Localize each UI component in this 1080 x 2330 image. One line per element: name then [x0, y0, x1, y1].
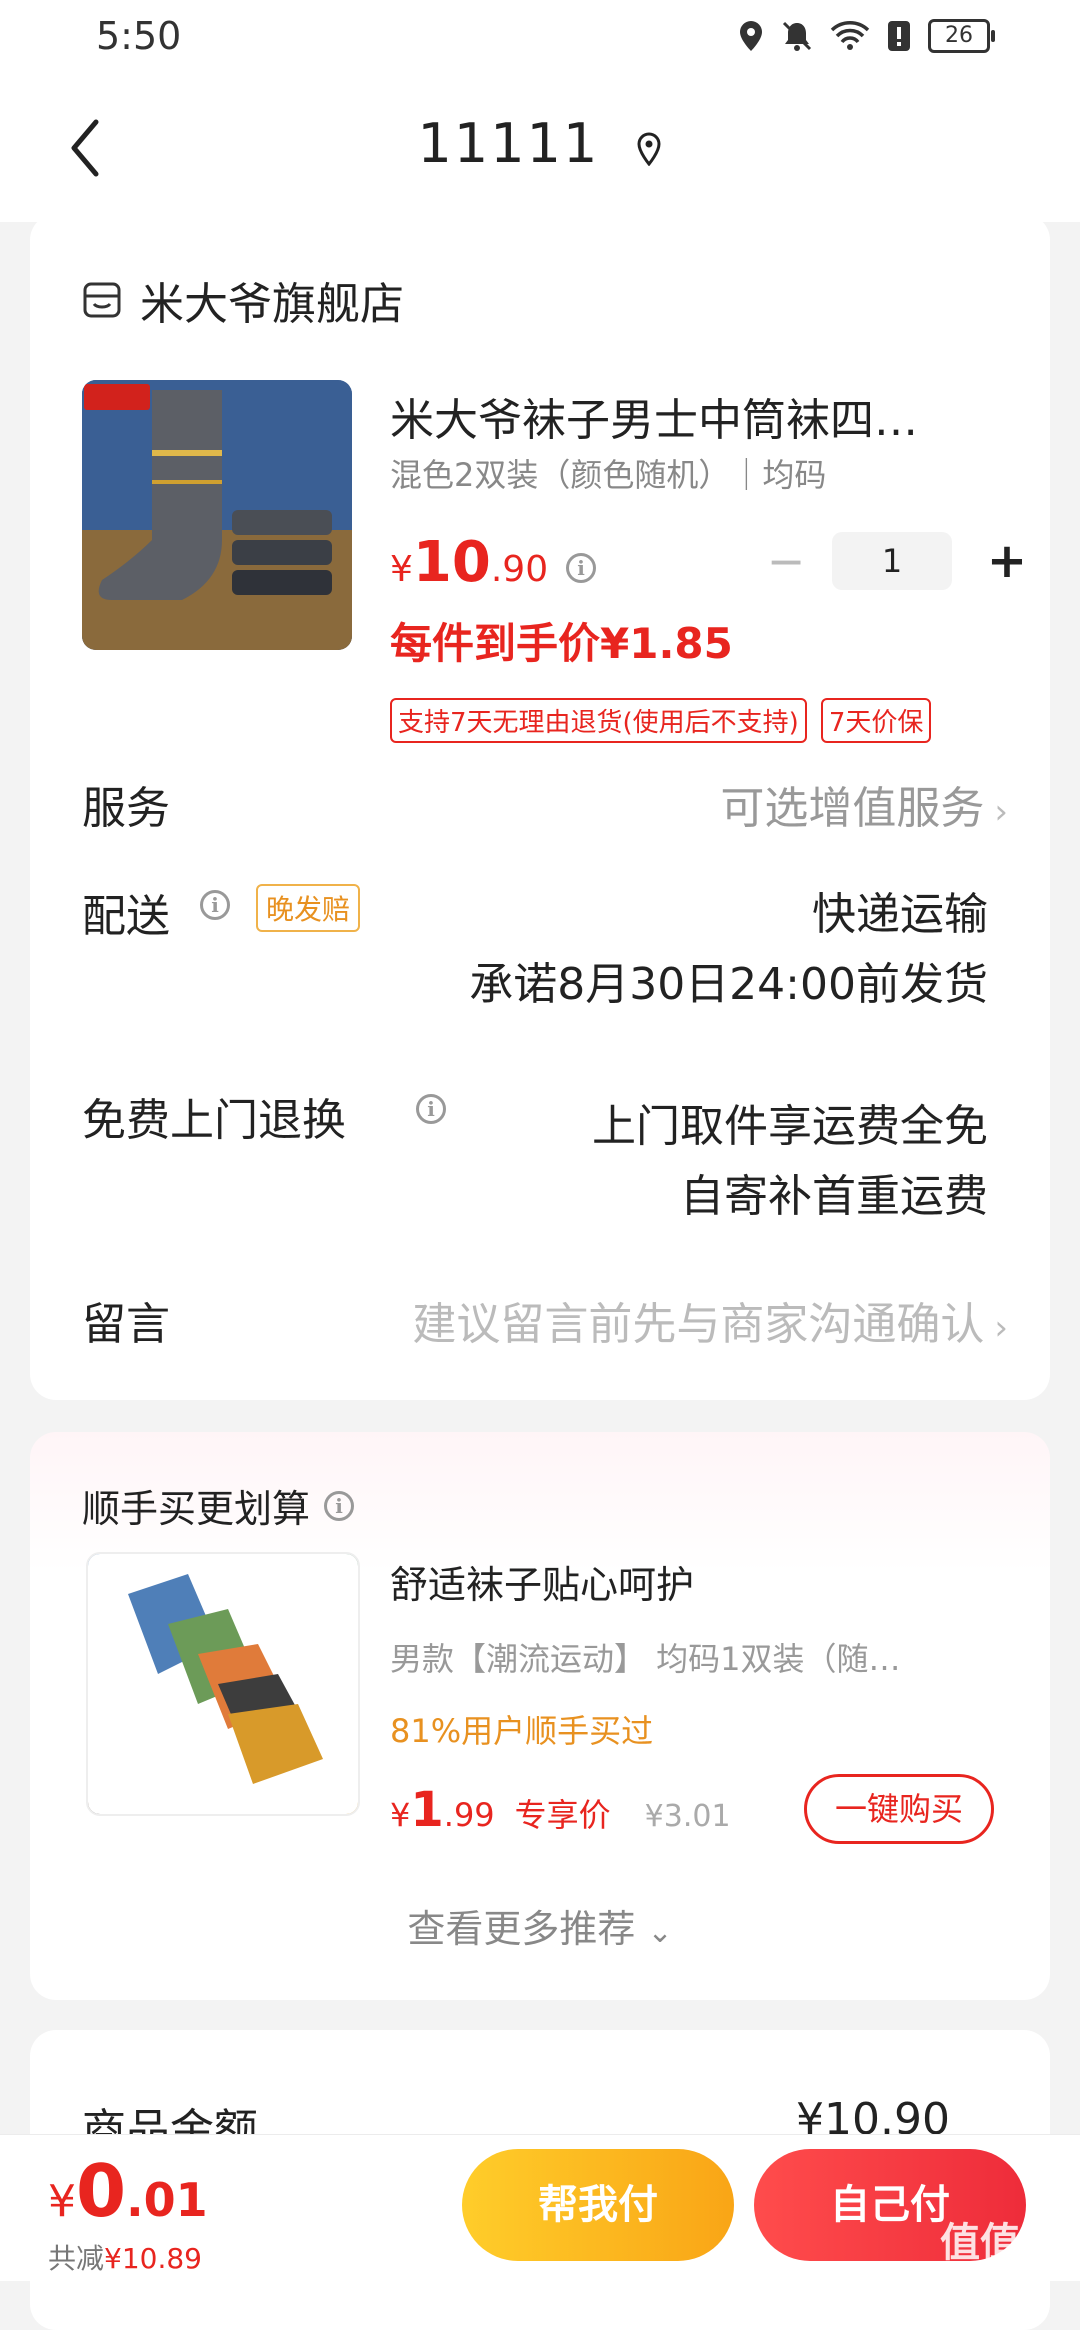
- total-currency: ¥: [48, 2176, 76, 2227]
- shop-name: 米大爷旗舰店: [140, 279, 404, 330]
- service-label: 服务: [82, 783, 170, 834]
- address-text: 11111: [417, 112, 600, 175]
- saved-value: ¥10.89: [104, 2242, 202, 2275]
- service-selector[interactable]: 可选增值服务 ›: [720, 772, 1008, 836]
- chevron-right-icon: ›: [994, 1308, 1008, 1348]
- price-integer: 10: [412, 530, 491, 595]
- mute-bell-icon: [782, 21, 812, 51]
- delivery-method: 快递运输: [812, 889, 988, 940]
- product-price: ¥ 10 .90 i: [390, 530, 597, 595]
- reco-social-proof: 81%用户顺手买过: [390, 1712, 654, 1750]
- delivery-promise: 承诺8月30日24:00前发货: [469, 959, 988, 1010]
- delivery-info-icon[interactable]: i: [200, 890, 230, 920]
- reco-name[interactable]: 舒适袜子贴心呵护: [390, 1554, 694, 1609]
- message-placeholder: 建议留言前先与商家沟通确认: [412, 1299, 985, 1350]
- product-spec[interactable]: 混色2双装（颜色随机）｜均码: [390, 450, 826, 496]
- saved-prefix: 共减: [48, 2242, 105, 2275]
- address-title[interactable]: 11111: [0, 112, 1080, 179]
- order-card: 米大爷旗舰店 米大爷袜子男士中筒袜四… 混色2双装（颜色随机）｜均码 ¥ 10 …: [30, 214, 1050, 1400]
- chevron-right-icon: ›: [994, 792, 1008, 832]
- info-icon[interactable]: i: [566, 553, 597, 583]
- reco-spec[interactable]: 男款【潮流运动】 均码1双装（随…: [390, 1634, 1010, 1680]
- total-decimal: .01: [126, 2173, 208, 2227]
- return-info-icon[interactable]: i: [416, 1094, 446, 1124]
- message-input[interactable]: 建议留言前先与商家沟通确认 ›: [412, 1288, 1008, 1352]
- quantity-stepper: − 1 +: [756, 532, 1032, 590]
- reco-header: 顺手买更划算 i: [82, 1478, 355, 1533]
- deal-price: 每件到手价¥1.85: [390, 619, 733, 668]
- watermark-logo: 值值值: [940, 2220, 1060, 2266]
- increase-button[interactable]: +: [982, 533, 1032, 589]
- return-label: 免费上门退换: [82, 1095, 346, 1146]
- status-bar: 5:50 26: [0, 0, 1080, 72]
- reco-title: 顺手买更划算: [82, 1487, 311, 1531]
- nav-bar: 11111: [0, 72, 1080, 222]
- alert-sim-icon: [888, 21, 910, 51]
- wifi-icon: [830, 21, 870, 50]
- product-title[interactable]: 米大爷袜子男士中筒袜四…: [390, 384, 970, 448]
- reco-price-integer: 1: [410, 1782, 444, 1838]
- quantity-value[interactable]: 1: [832, 532, 952, 590]
- late-compensation-badge: 晚发赔: [256, 884, 361, 932]
- reco-price-decimal: .99: [443, 1796, 495, 1834]
- total-price: ¥ 0 .01: [48, 2149, 208, 2233]
- status-time: 5:50: [96, 14, 182, 58]
- return-policy-tag: 支持7天无理由退货(使用后不支持): [390, 698, 807, 743]
- service-tags: 支持7天无理由退货(使用后不支持) 7天价保: [390, 698, 932, 743]
- battery-icon: 26: [928, 19, 995, 53]
- shop-row[interactable]: 米大爷旗舰店: [82, 268, 404, 332]
- more-recommendations-button[interactable]: 查看更多推荐 ⌄: [30, 1898, 1050, 1953]
- status-icons: 26: [738, 18, 995, 54]
- product-image[interactable]: [82, 380, 352, 650]
- original-price: ¥3.01: [644, 1799, 731, 1834]
- reco-price: ¥ 1 .99 专享价 ¥3.01: [390, 1782, 731, 1838]
- reco-info-icon[interactable]: i: [324, 1490, 355, 1521]
- location-pin-icon: [636, 116, 662, 179]
- message-label: 留言: [82, 1299, 170, 1350]
- exclusive-price-label: 专享价: [514, 1796, 611, 1834]
- total-integer: 0: [76, 2149, 127, 2233]
- saved-amount[interactable]: 共减¥10.89: [48, 2237, 202, 2277]
- recommendation-card: 顺手买更划算 i 舒适袜子贴心呵护 男款【潮流运动】 均码1双装（随… 81%用…: [30, 1432, 1050, 2000]
- help-pay-button[interactable]: 帮我付: [462, 2149, 734, 2261]
- delivery-label: 配送: [82, 891, 170, 942]
- payment-bar: ¥ 0 .01 共减¥10.89 帮我付 自己付: [0, 2134, 1080, 2281]
- decrease-button[interactable]: −: [756, 534, 816, 588]
- price-protect-tag: 7天价保: [820, 698, 932, 743]
- service-value: 可选增值服务: [720, 783, 985, 834]
- price-currency: ¥: [390, 549, 413, 590]
- reco-product-image[interactable]: [86, 1552, 360, 1816]
- one-click-buy-button[interactable]: 一键购买: [804, 1774, 994, 1844]
- return-line2: 自寄补首重运费: [680, 1171, 988, 1222]
- return-line1: 上门取件享运费全免: [592, 1101, 988, 1152]
- location-status-icon: [740, 21, 762, 51]
- chevron-down-icon: ⌄: [647, 1915, 673, 1950]
- price-decimal: .90: [490, 549, 549, 590]
- reco-price-currency: ¥: [390, 1796, 411, 1834]
- store-icon: [83, 282, 121, 318]
- more-reco-label: 查看更多推荐: [407, 1907, 636, 1951]
